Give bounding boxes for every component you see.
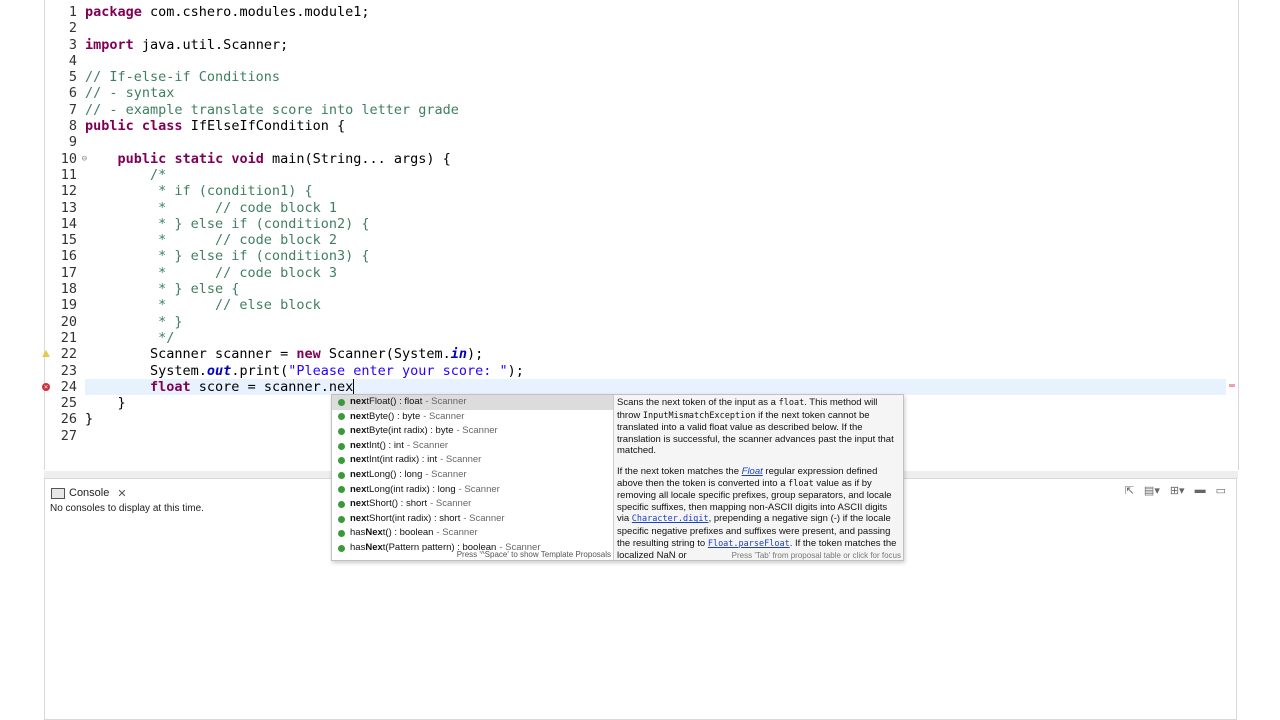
proposal-item[interactable]: nextLong(int radix) : long - Scanner (332, 483, 613, 498)
code-line[interactable]: * } else if (condition3) { (85, 248, 1226, 264)
public-method-icon (338, 427, 345, 435)
line-number: 5 (68, 69, 77, 86)
console-message: No consoles to display at this time. (50, 503, 204, 514)
maximize-icon[interactable]: ▭ (1216, 484, 1226, 497)
code-line[interactable] (85, 20, 1226, 36)
public-method-icon (338, 471, 345, 479)
proposal-item[interactable]: hasNext() : boolean - Scanner (332, 526, 613, 541)
line-number: 24 × (42, 378, 77, 395)
code-line[interactable]: /* (85, 167, 1226, 183)
line-number: 7 (68, 101, 77, 118)
public-method-icon (338, 398, 345, 406)
line-number: 20 (60, 313, 77, 330)
proposal-item[interactable]: nextByte(int radix) : byte - Scanner (332, 424, 613, 439)
console-toolbar: ⇱ ▤▾ ⊞▾ ▬ ▭ (1125, 484, 1226, 497)
proposal-item[interactable]: nextFloat() : float - Scanner (332, 395, 613, 410)
proposal-item[interactable]: nextByte() : byte - Scanner (332, 410, 613, 425)
right-margin (1237, 0, 1280, 720)
console-icon (51, 487, 65, 499)
line-number: 21 (60, 329, 77, 346)
line-number: 22 (42, 346, 77, 362)
line-number: 8 (68, 118, 77, 135)
line-number: 6 (68, 85, 77, 102)
warning-icon[interactable] (42, 350, 50, 358)
line-number: 2 (68, 20, 77, 37)
character-digit-link[interactable]: Character.digit (632, 514, 709, 524)
code-line[interactable]: * } else { (85, 281, 1226, 297)
code-line[interactable]: * } else if (condition2) { (85, 216, 1226, 232)
display-console-icon[interactable]: ▤▾ (1144, 484, 1160, 497)
minimize-icon[interactable]: ▬ (1195, 484, 1206, 497)
public-method-icon (338, 530, 345, 538)
line-number: 23 (60, 362, 77, 379)
proposal-footer: Press '^Space' to show Template Proposal… (456, 550, 611, 559)
line-number-ruler: 123456789101112131415161718192021222324×… (42, 4, 87, 444)
line-number: 27 (60, 427, 77, 444)
code-line[interactable]: // - syntax (85, 85, 1226, 101)
line-number: 3 (68, 36, 77, 53)
proposal-item[interactable]: nextShort(int radix) : short - Scanner (332, 512, 613, 527)
line-number: 16 (60, 248, 77, 265)
code-line[interactable]: // - example translate score into letter… (85, 102, 1226, 118)
content-assist-popup[interactable]: nextFloat() : float - Scanner nextByte() :… (331, 394, 904, 561)
line-number: 12 (60, 183, 77, 200)
line-number: 26 (60, 411, 77, 428)
console-tab[interactable]: Console ✕ (51, 483, 127, 503)
code-line[interactable]: * // code block 1 (85, 200, 1226, 216)
public-method-icon (338, 457, 345, 465)
code-line[interactable]: * // else block (85, 297, 1226, 313)
code-area[interactable]: package com.cshero.modules.module1; impor… (85, 4, 1226, 444)
code-line[interactable]: float score = scanner.nex (85, 378, 1226, 396)
public-method-icon (338, 413, 345, 421)
line-number: 14 (60, 215, 77, 232)
console-tab-label: Console (69, 487, 110, 499)
code-line[interactable]: * // code block 3 (85, 265, 1226, 281)
public-method-icon (338, 486, 345, 494)
code-line[interactable]: Scanner scanner = new Scanner(System.in)… (85, 346, 1226, 362)
line-number: 25 (60, 395, 77, 412)
code-line[interactable]: package com.cshero.modules.module1; (85, 4, 1226, 20)
javadoc-footer: Press 'Tab' from proposal table or click… (731, 551, 901, 560)
code-line[interactable] (85, 53, 1226, 69)
line-number: 15 (60, 232, 77, 249)
line-number: 10 (45, 151, 87, 168)
code-line[interactable] (85, 134, 1226, 150)
float-link[interactable]: Float (742, 466, 763, 477)
code-line[interactable]: * } (85, 314, 1226, 330)
proposal-list[interactable]: nextFloat() : float - Scanner nextByte() :… (332, 395, 614, 560)
javadoc-hover[interactable]: Scans the next token of the input as a f… (614, 395, 903, 560)
code-line[interactable]: public static void main(String... args) … (85, 151, 1226, 167)
pin-console-icon[interactable]: ⇱ (1125, 484, 1134, 497)
line-number: 11 (60, 166, 77, 183)
code-line[interactable]: * if (condition1) { (85, 183, 1226, 199)
open-console-icon[interactable]: ⊞▾ (1170, 484, 1185, 497)
close-icon[interactable]: ✕ (117, 487, 126, 500)
code-line[interactable]: // If-else-if Conditions (85, 69, 1226, 85)
line-number: 9 (68, 134, 77, 151)
left-margin (0, 0, 44, 720)
code-line[interactable]: import java.util.Scanner; (85, 37, 1226, 53)
proposal-item[interactable]: nextInt(int radix) : int - Scanner (332, 453, 613, 468)
code-line[interactable]: */ (85, 330, 1226, 346)
public-method-icon (338, 500, 345, 508)
line-number: 19 (60, 297, 77, 314)
line-number: 17 (60, 264, 77, 281)
proposal-item[interactable]: nextShort() : short - Scanner (332, 497, 613, 512)
code-line[interactable]: * // code block 2 (85, 232, 1226, 248)
line-number: 4 (68, 52, 77, 69)
public-method-icon (338, 442, 345, 450)
proposal-item[interactable]: nextInt() : int - Scanner (332, 439, 613, 454)
text-cursor (353, 379, 355, 395)
error-overview-marker[interactable] (1229, 384, 1235, 387)
proposal-item[interactable]: nextLong() : long - Scanner (332, 468, 613, 483)
error-icon[interactable]: × (42, 382, 50, 391)
line-number: 1 (68, 4, 77, 20)
parse-float-link[interactable]: Float.parseFloat (708, 539, 790, 549)
code-line[interactable]: public class IfElseIfCondition { (85, 118, 1226, 134)
public-method-icon (338, 515, 345, 523)
line-number: 18 (60, 281, 77, 298)
line-number: 13 (60, 199, 77, 216)
code-line[interactable]: System.out.print("Please enter your scor… (85, 363, 1226, 379)
